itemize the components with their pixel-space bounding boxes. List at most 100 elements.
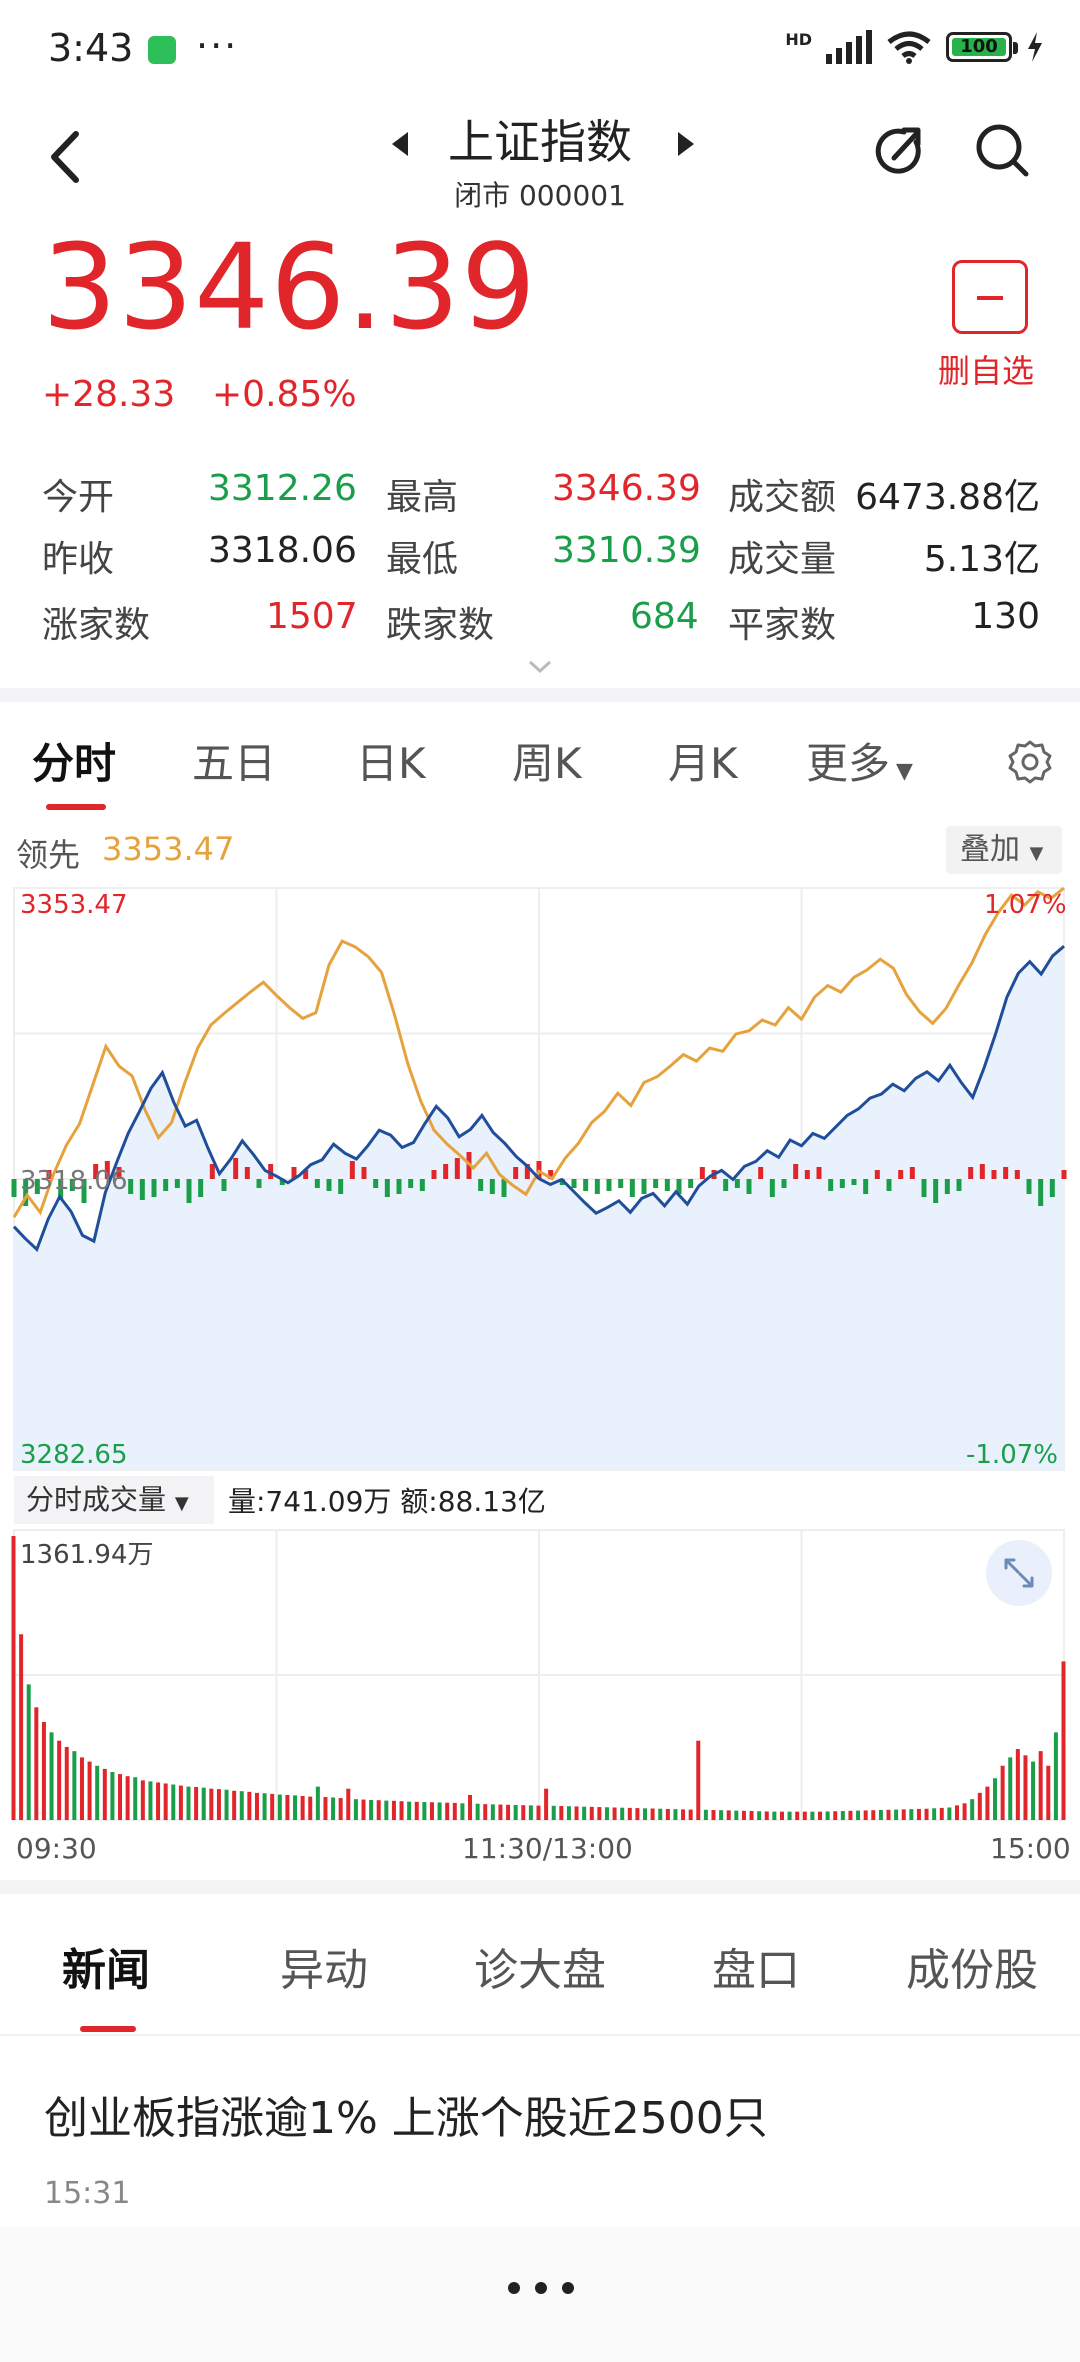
open-value: 3312.26 xyxy=(208,468,357,509)
imbalance-bar xyxy=(991,1170,997,1179)
imbalance-bar xyxy=(816,1167,822,1179)
volume-bar xyxy=(833,1811,838,1820)
tab-weekly-k[interactable]: 周K xyxy=(512,730,582,791)
stats-row: 今开 3312.26 最高 3346.39 成交额 6473.88亿 xyxy=(42,468,1040,528)
volume-dropdown[interactable]: 分时成交量 ▼ xyxy=(14,1476,214,1524)
tab-order-book[interactable]: 盘口 xyxy=(712,1934,800,1998)
imbalance-bar xyxy=(454,1158,460,1179)
intraday-chart[interactable] xyxy=(0,880,1080,1880)
imbalance-bar xyxy=(384,1179,390,1197)
network-type-label: HD xyxy=(785,30,812,49)
volume-bar xyxy=(57,1740,62,1820)
volume-bar xyxy=(544,1788,549,1820)
unchanged-label: 平家数 xyxy=(728,605,837,646)
tab-five-day[interactable]: 五日 xyxy=(192,730,276,791)
volume-bar xyxy=(407,1801,412,1820)
volume-bar xyxy=(566,1806,571,1820)
expand-chevron-icon[interactable] xyxy=(528,660,552,674)
volume-bar xyxy=(1015,1749,1020,1820)
volume-bar xyxy=(19,1634,24,1820)
tab-more[interactable]: 更多 ▼ xyxy=(806,730,913,791)
volume-bar xyxy=(1008,1757,1013,1820)
status-bar: 3:43 ··· HD 100 xyxy=(0,0,1080,100)
volume-bar xyxy=(635,1808,640,1820)
imbalance-bar xyxy=(979,1164,985,1179)
volume-bar xyxy=(95,1765,100,1820)
status-icons: HD 100 xyxy=(785,30,1044,64)
tab-anomaly[interactable]: 异动 xyxy=(280,1934,368,1998)
next-index-arrow-icon[interactable] xyxy=(664,124,704,164)
more-notifications-icon: ··· xyxy=(196,24,239,68)
tab-more-label: 更多 xyxy=(806,739,891,788)
expand-chart-button[interactable] xyxy=(986,1540,1052,1606)
imbalance-bar xyxy=(921,1179,927,1197)
volume-bar xyxy=(293,1795,298,1820)
tab-daily-k[interactable]: 日K xyxy=(356,730,426,791)
imbalance-bar xyxy=(209,1164,215,1179)
volume-bar xyxy=(452,1802,457,1820)
volume-bar xyxy=(612,1807,617,1820)
remove-watchlist-label[interactable]: 删自选 xyxy=(938,346,1034,392)
volume-bar xyxy=(391,1800,396,1820)
volume-bar xyxy=(277,1794,282,1820)
tab-monthly-k[interactable]: 月K xyxy=(668,730,738,791)
volume-bar xyxy=(916,1808,921,1820)
volume-bar xyxy=(72,1751,77,1820)
volume-bar xyxy=(102,1768,107,1820)
volume-bar xyxy=(764,1811,769,1820)
tab-intraday[interactable]: 分时 xyxy=(32,730,116,791)
volume-bar xyxy=(498,1804,503,1820)
turnover-label: 成交额 xyxy=(728,477,837,518)
volume-bar xyxy=(1000,1765,1005,1820)
axis-top-left: 3353.47 xyxy=(20,890,128,920)
volume-bar xyxy=(741,1810,746,1820)
imbalance-bar xyxy=(408,1179,414,1188)
time-axis-mid: 11:30/13:00 xyxy=(462,1832,633,1865)
imbalance-bar xyxy=(139,1179,145,1200)
volume-bar xyxy=(429,1802,434,1820)
share-icon[interactable] xyxy=(872,120,928,180)
volume-bar xyxy=(361,1799,366,1820)
volume-bar xyxy=(772,1811,777,1820)
unchanged-value: 130 xyxy=(971,596,1040,637)
search-icon[interactable] xyxy=(972,120,1032,180)
imbalance-bar xyxy=(233,1158,239,1179)
volume-bar xyxy=(962,1803,967,1820)
imbalance-bar xyxy=(361,1167,367,1179)
volume-bar xyxy=(285,1794,290,1820)
signal-icon xyxy=(826,30,872,64)
imbalance-bar xyxy=(1014,1170,1020,1179)
price-change: +28.33 xyxy=(42,374,176,415)
news-headline[interactable]: 创业板指涨逾1% 上涨个股近2500只 xyxy=(44,2082,768,2146)
tab-news[interactable]: 新闻 xyxy=(62,1934,150,1998)
imbalance-bar xyxy=(968,1167,974,1179)
stats-row: 昨收 3318.06 最低 3310.39 成交量 5.13亿 xyxy=(42,530,1040,590)
overlay-dropdown[interactable]: 叠加 ▼ xyxy=(946,826,1062,874)
imbalance-bar xyxy=(128,1179,134,1194)
more-options-icon[interactable] xyxy=(508,2278,574,2298)
volume-max-label: 1361.94万 xyxy=(20,1540,154,1570)
wifi-icon xyxy=(887,31,931,64)
volume-bar xyxy=(856,1810,861,1820)
active-tab-indicator xyxy=(46,804,106,810)
volume-bar xyxy=(1038,1751,1043,1820)
tab-constituents[interactable]: 成份股 xyxy=(906,1934,1038,1998)
volume-bar xyxy=(64,1746,69,1820)
imbalance-bar xyxy=(419,1179,425,1191)
decliners-value: 684 xyxy=(630,596,699,637)
volume-bar xyxy=(901,1809,906,1820)
imbalance-bar xyxy=(1026,1179,1032,1194)
imbalance-bar xyxy=(618,1179,624,1188)
volume-bar xyxy=(140,1780,145,1820)
imbalance-bar xyxy=(653,1179,659,1188)
volume-bar xyxy=(559,1806,564,1820)
imbalance-bar xyxy=(898,1170,904,1179)
tab-market-diagnosis[interactable]: 诊大盘 xyxy=(474,1934,606,1998)
volume-bar xyxy=(627,1807,632,1820)
settings-gear-icon[interactable] xyxy=(1004,736,1056,788)
remove-watchlist-button[interactable] xyxy=(952,260,1028,334)
volume-bar xyxy=(262,1793,267,1820)
volume-bar xyxy=(734,1810,739,1820)
volume-bar xyxy=(254,1792,259,1820)
volume-bar xyxy=(825,1811,830,1820)
